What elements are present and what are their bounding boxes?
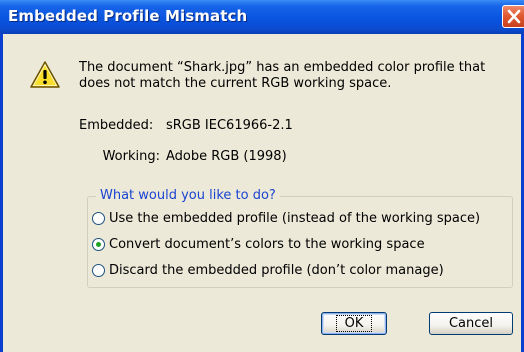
working-space-row: Working: Adobe RGB (1998) (79, 149, 287, 164)
option-use-embedded[interactable]: Use the embedded profile (instead of the… (92, 211, 480, 226)
close-icon (507, 9, 521, 24)
option-convert[interactable]: Convert document’s colors to the working… (92, 237, 425, 252)
title-bar[interactable]: Embedded Profile Mismatch (0, 0, 524, 34)
option-label: Use the embedded profile (instead of the… (109, 211, 481, 226)
cancel-label: Cancel (448, 316, 494, 331)
group-title: What would you like to do? (96, 188, 280, 203)
embedded-profile-row: Embedded: sRGB IEC61966-2.1 (79, 118, 293, 133)
working-value: Adobe RGB (1998) (166, 149, 287, 164)
radio-use-embedded[interactable] (92, 212, 105, 225)
option-label: Convert document’s colors to the working… (109, 237, 425, 252)
mismatch-message: The document “Shark.jpg” has an embedded… (79, 60, 486, 91)
ok-label: OK (335, 315, 373, 332)
warning-icon (30, 61, 60, 88)
option-label: Discard the embedded profile (don’t colo… (109, 263, 444, 278)
dialog-body: The document “Shark.jpg” has an embedded… (3, 34, 521, 352)
option-discard[interactable]: Discard the embedded profile (don’t colo… (92, 263, 444, 278)
embedded-value: sRGB IEC61966-2.1 (166, 118, 293, 133)
embedded-label: Embedded: (79, 118, 154, 133)
cancel-button[interactable]: Cancel (429, 312, 513, 335)
options-groupbox: What would you like to do? Use the embed… (87, 188, 513, 288)
close-button[interactable] (502, 5, 524, 28)
radio-convert[interactable] (92, 238, 105, 251)
dialog-window: Embedded Profile Mismatch The document “… (0, 0, 524, 352)
dialog-title: Embedded Profile Mismatch (8, 7, 248, 25)
ok-button[interactable]: OK (321, 312, 387, 335)
radio-discard[interactable] (92, 264, 105, 277)
working-label: Working: (102, 149, 160, 164)
